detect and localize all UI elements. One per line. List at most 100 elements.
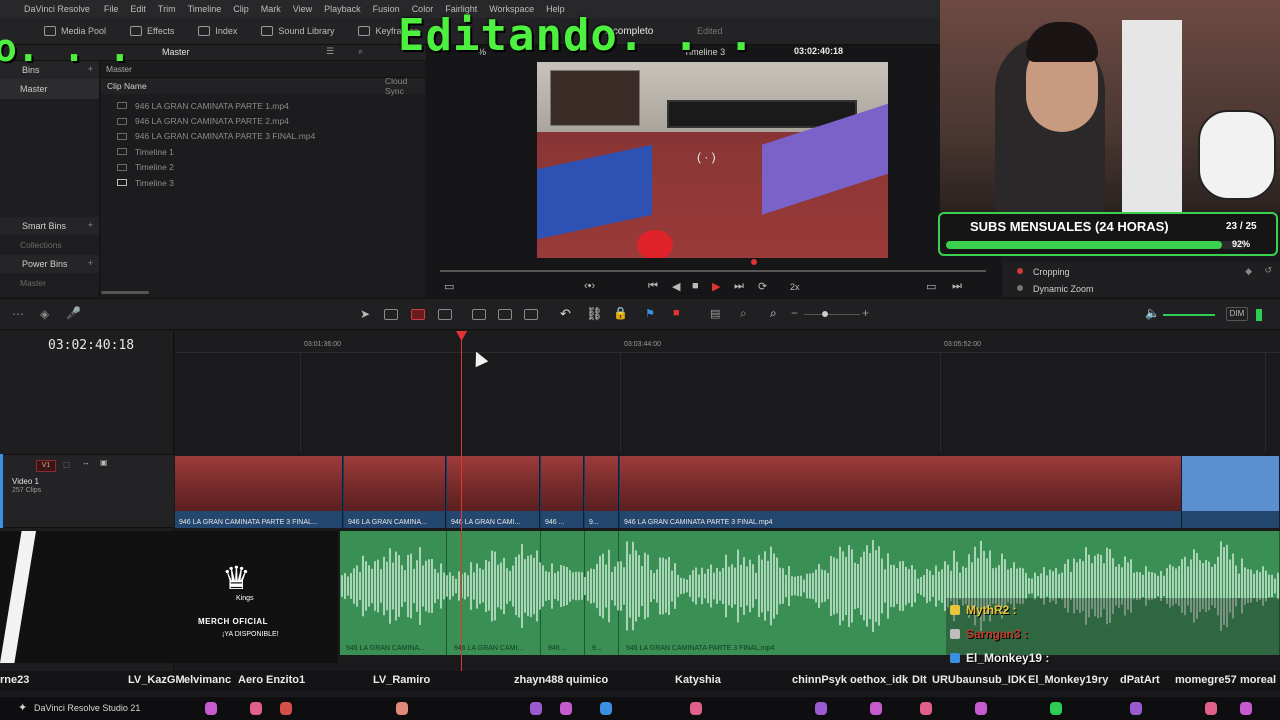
enable-dot-icon[interactable] xyxy=(1017,285,1023,291)
stop-icon[interactable]: ■ xyxy=(692,280,699,292)
flag-icon[interactable]: ⚑ xyxy=(645,307,655,320)
blade-tool-icon[interactable] xyxy=(411,309,425,320)
selection-tool-icon[interactable]: ➤ xyxy=(360,307,370,321)
track-target-v1[interactable]: V1 xyxy=(36,460,56,472)
video-clip[interactable]: 946 ... xyxy=(541,456,584,528)
power-bins-header[interactable]: Power Bins + xyxy=(0,255,99,273)
menu-timeline[interactable]: Timeline xyxy=(182,4,228,14)
timeline-icon xyxy=(117,179,127,187)
go-to-start-icon[interactable]: ⏮ xyxy=(648,280,658,293)
play-reverse-icon[interactable]: ◀ xyxy=(672,280,680,293)
sound-library-button[interactable]: Sound Library xyxy=(249,18,346,44)
zoom-in-icon[interactable]: + xyxy=(862,306,869,320)
menu-clip[interactable]: Clip xyxy=(227,4,255,14)
index-button[interactable]: Index xyxy=(186,18,249,44)
zoom-custom-icon[interactable]: ⌕ xyxy=(770,306,777,321)
add-power-bin-icon[interactable]: + xyxy=(88,258,93,268)
speaker-icon[interactable]: 🔈 xyxy=(1145,306,1160,320)
timeline-toolbar: ⋯ ◈ 🎤 ➤ ↶ ⛓ 🔒 ⚑ ■ ▤ ⌕ ⌕ − + 🔈 DIM xyxy=(0,298,1280,330)
clip-row[interactable]: Timeline 1 xyxy=(101,144,425,159)
lock-track-icon[interactable]: ▢ xyxy=(63,460,71,469)
trim-tool-icon[interactable] xyxy=(384,309,398,320)
bin-master[interactable]: Master xyxy=(0,79,99,99)
menu-trim[interactable]: Trim xyxy=(152,4,182,14)
auto-select-icon[interactable]: ↔ xyxy=(82,458,90,467)
audio-meter xyxy=(1256,309,1262,321)
play-icon[interactable]: ▶ xyxy=(712,280,720,293)
search-icon[interactable]: ⌕ xyxy=(358,46,363,57)
lock-icon[interactable]: 🔒 xyxy=(613,306,628,320)
insert-clip-icon[interactable] xyxy=(472,309,486,320)
enable-dot-icon[interactable] xyxy=(1017,268,1023,274)
next-frame-icon[interactable]: ⏭ xyxy=(952,280,962,293)
inspector-dynamic-zoom[interactable]: Dynamic Zoom xyxy=(1003,280,1280,297)
viewer-frame[interactable]: ( · ) xyxy=(537,62,888,258)
inspector-cropping[interactable]: Cropping ◆ ↺ xyxy=(1003,263,1280,280)
fullscreen-icon[interactable]: ▭ xyxy=(926,280,936,293)
subs-goal-count: 23 / 25 xyxy=(1226,221,1257,232)
menu-file[interactable]: File xyxy=(98,4,125,14)
video-clip[interactable]: 946 LA GRAN CAMINATA PARTE 3 FINAL... xyxy=(175,456,343,528)
timeline-playhead[interactable] xyxy=(461,331,462,691)
zoom-full-icon[interactable]: ▤ xyxy=(710,307,720,320)
menu-mark[interactable]: Mark xyxy=(255,4,287,14)
add-smart-bin-icon[interactable]: + xyxy=(88,220,93,230)
breadcrumb[interactable]: Master xyxy=(101,61,425,78)
webcam-overlay xyxy=(940,0,1280,212)
list-view-icon[interactable]: ☰ xyxy=(326,46,334,57)
go-to-end-icon[interactable]: ⏭ xyxy=(734,280,744,293)
col-cloud-sync[interactable]: Cloud Sync xyxy=(385,76,425,96)
timeline-ruler[interactable]: 03:01:36:00 03:03:44:00 03:05:52:00 xyxy=(175,331,1280,353)
power-bins-master[interactable]: Master xyxy=(0,273,99,293)
col-clip-name[interactable]: Clip Name xyxy=(107,81,147,91)
video-clip[interactable]: 946 LA GRAN CAMINA... xyxy=(344,456,446,528)
keyframe-icon[interactable]: ◆ xyxy=(1245,266,1252,277)
dynamic-trim-icon[interactable] xyxy=(438,309,452,320)
menu-edit[interactable]: Edit xyxy=(124,4,152,14)
scrubber-playhead[interactable] xyxy=(751,259,757,265)
viewer-name: dPatArt xyxy=(1120,674,1160,686)
loop-icon[interactable]: ⟳ xyxy=(758,280,767,293)
linked-selection-icon[interactable]: ⛓ xyxy=(586,306,603,322)
zoom-detail-icon[interactable]: ⌕ xyxy=(740,306,747,321)
replace-clip-icon[interactable] xyxy=(524,309,538,320)
overwrite-clip-icon[interactable] xyxy=(498,309,512,320)
viewer-options-icon[interactable]: ▭ xyxy=(444,280,454,293)
clip-row[interactable]: 946 LA GRAN CAMINATA PARTE 2.mp4 xyxy=(101,113,425,128)
marker-icon[interactable]: ■ xyxy=(673,307,680,319)
sticker-icon xyxy=(815,702,827,715)
zoom-out-icon[interactable]: − xyxy=(791,306,798,320)
link-audio-icon[interactable]: ◈ xyxy=(40,307,49,321)
dim-button[interactable]: DIM xyxy=(1226,307,1248,321)
reset-icon[interactable]: ↺ xyxy=(1264,265,1272,276)
jog-control-icon[interactable]: ‹•› xyxy=(584,280,595,292)
snapping-icon[interactable]: ↶ xyxy=(560,306,571,322)
sticker-icon xyxy=(205,702,217,715)
video-clip[interactable]: 9... xyxy=(585,456,619,528)
horizontal-scrollbar[interactable] xyxy=(101,291,149,294)
clip-row[interactable]: Timeline 2 xyxy=(101,160,425,175)
viewer-scrubber[interactable] xyxy=(440,270,986,272)
collections-item[interactable]: Collections xyxy=(0,235,99,255)
menu-view[interactable]: View xyxy=(287,4,318,14)
edit-page-icon[interactable] xyxy=(600,702,612,715)
video-clip[interactable] xyxy=(1182,456,1280,528)
transport-controls: ▭ ‹•› ⏮ ◀ ■ ▶ ⏭ ⟳ 2x ▭ ⏭ xyxy=(426,259,1002,297)
track-name[interactable]: Video 1 xyxy=(12,477,39,486)
clip-row[interactable]: 946 LA GRAN CAMINATA PARTE 3 FINAL.mp4 xyxy=(101,129,425,144)
chat-message: El_Monkey19 : xyxy=(946,646,1280,670)
playback-speed[interactable]: 2x xyxy=(790,282,800,292)
volume-slider[interactable] xyxy=(1163,314,1215,316)
menu-playback[interactable]: Playback xyxy=(318,4,367,14)
video-clip[interactable]: 946 LA GRAN CAMINATA PARTE 3 FINAL.mp4 xyxy=(620,456,1182,528)
zoom-slider[interactable] xyxy=(804,314,860,315)
layout-icon[interactable]: ⋯ xyxy=(12,307,24,321)
clip-row[interactable]: 946 LA GRAN CAMINATA PARTE 1.mp4 xyxy=(101,98,425,113)
smart-bins-header[interactable]: Smart Bins + xyxy=(0,217,99,235)
keyframes-icon xyxy=(358,26,371,36)
overlay-title: Editando. . . xyxy=(398,10,756,61)
microphone-icon[interactable]: 🎤 xyxy=(66,306,81,320)
clip-row[interactable]: Timeline 3 xyxy=(101,175,425,190)
track-visibility-icon[interactable]: ▣ xyxy=(100,458,108,467)
zoom-slider-handle[interactable] xyxy=(822,311,828,317)
